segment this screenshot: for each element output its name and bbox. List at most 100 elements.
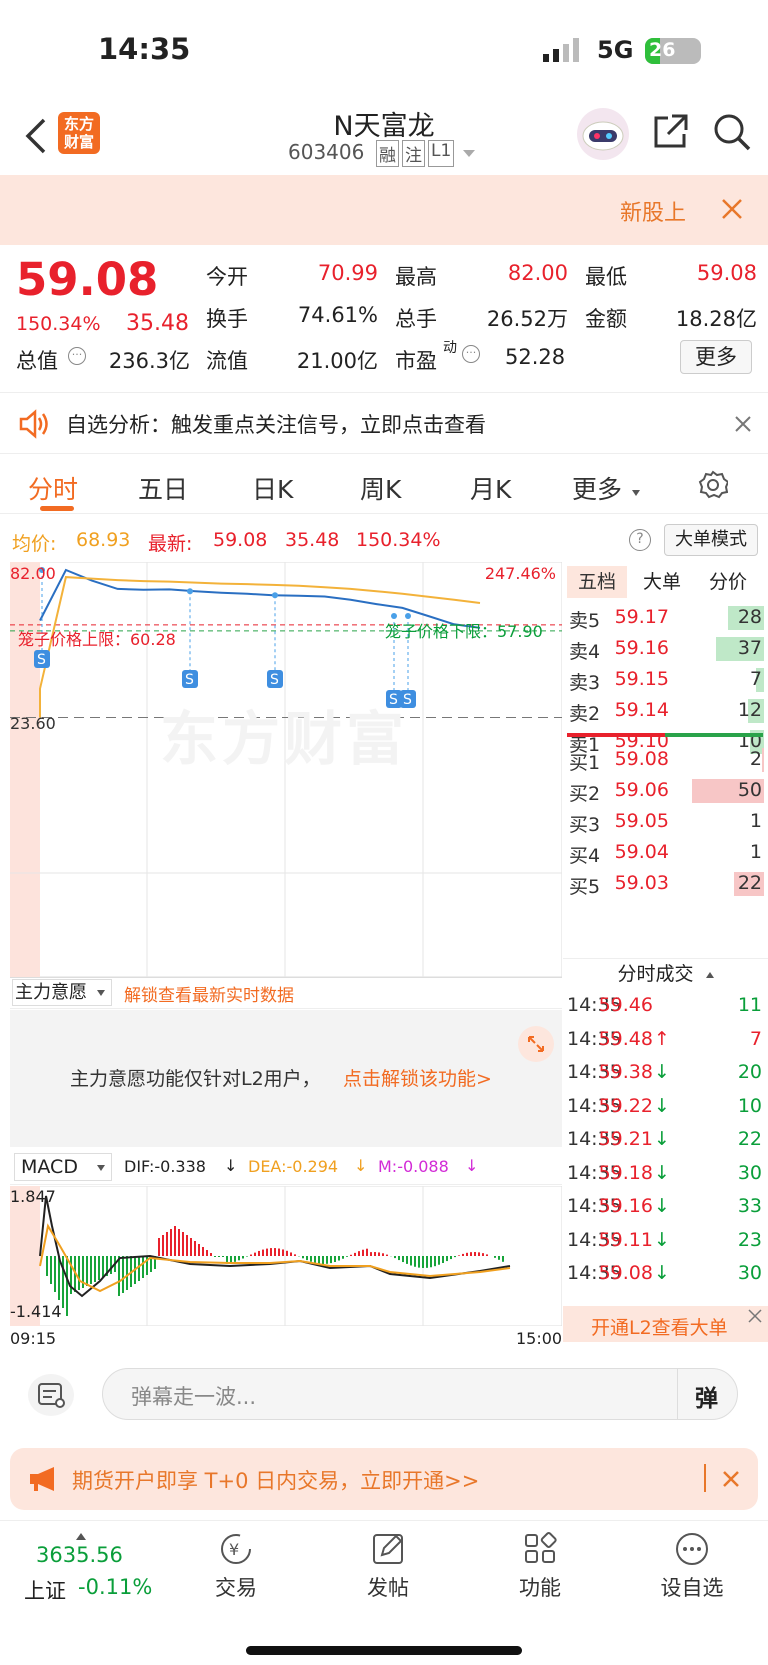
macd-bar (126, 1256, 128, 1290)
macd-bar (86, 1256, 88, 1286)
change-percent: 150.34% (16, 313, 101, 335)
bid-row[interactable]: 买3 59.05 1 (563, 806, 768, 839)
more-button[interactable]: 更多 (680, 340, 752, 374)
macd-bar (282, 1249, 284, 1256)
ask-row[interactable]: 卖4 59.16 37 (563, 633, 768, 666)
label-volume: 总手 (395, 307, 437, 331)
book-tab-level5[interactable]: 五档 (567, 566, 627, 598)
macd-bar (158, 1238, 160, 1256)
ask-row[interactable]: 卖2 59.14 12 (563, 695, 768, 728)
tab-day-k[interactable]: 日K (252, 470, 293, 506)
ad-close-icon[interactable] (722, 1470, 740, 1488)
nav-post[interactable]: 发帖 (328, 1531, 448, 1602)
nav-trade-label: 交易 (215, 1576, 257, 1600)
trade-row: 14:35 59.21 ↓ 22 (563, 1124, 768, 1159)
macd-bar (334, 1256, 336, 1263)
macd-bar (314, 1256, 316, 1263)
close-notice-icon[interactable] (734, 415, 752, 433)
cta-close-icon[interactable] (748, 1308, 762, 1323)
ask-row[interactable]: 卖5 59.17 28 (563, 602, 768, 635)
bid-row[interactable]: 买2 59.06 50 (563, 775, 768, 808)
chart-tabs: 分时 五日 日K 周K 月K 更多 (0, 458, 768, 514)
y-min-label: 23.60 (10, 714, 56, 733)
ad-text: 期货开户即享 T+0 日内交易，立即开通>> (72, 1469, 480, 1493)
ipo-banner[interactable]: 新股上 (0, 175, 768, 245)
bullet-input[interactable]: 弹幕走一波... 弹 (102, 1368, 738, 1420)
bid-row[interactable]: 买5 59.03 22 (563, 868, 768, 901)
pe-superscript: 动 (443, 340, 457, 356)
trade-price: 59.11 (598, 1228, 653, 1251)
more-caret-icon (632, 490, 640, 496)
intent-selector[interactable]: 主力意愿 (12, 979, 112, 1006)
tab-month-k[interactable]: 月K (470, 470, 511, 506)
bullet-settings-icon[interactable] (28, 1374, 74, 1416)
nav-watchlist[interactable]: 设自选 (632, 1531, 752, 1602)
level-price: 59.05 (614, 810, 669, 832)
level-label: 卖4 (569, 641, 601, 663)
tab-more[interactable]: 更多 (572, 470, 622, 506)
macd-bar (190, 1238, 192, 1256)
nav-trade[interactable]: ¥ 交易 (176, 1531, 296, 1602)
unlock-hint[interactable]: 解锁查看最新实时数据 (124, 981, 294, 1006)
macd-bar (266, 1248, 268, 1256)
macd-bar (250, 1254, 252, 1256)
share-icon[interactable] (650, 112, 690, 152)
macd-bar (478, 1252, 480, 1256)
level-price: 59.08 (614, 748, 669, 770)
book-tab-price[interactable]: 分价 (709, 566, 747, 598)
macd-bar (174, 1226, 176, 1256)
dropdown-icon[interactable] (463, 150, 475, 157)
macd-bar (306, 1256, 308, 1261)
l2-locked-area[interactable]: 主力意愿功能仅针对L2用户， 点击解锁该功能> (10, 1010, 562, 1147)
trade-row: 14:35 59.46 11 (563, 990, 768, 1025)
tab-week-k[interactable]: 周K (360, 470, 401, 506)
nav-functions[interactable]: 功能 (480, 1531, 600, 1602)
macd-selector[interactable]: MACD (14, 1153, 112, 1181)
level-label: 买3 (569, 814, 601, 836)
level-label: 买4 (569, 845, 601, 867)
index-widget[interactable]: 3635.56 上证 -0.11% (20, 1521, 160, 1611)
trade-row: 14:35 59.48 ↑ 7 (563, 1024, 768, 1059)
bullet-send-button[interactable]: 弹 (695, 1379, 718, 1413)
help-icon[interactable]: ? (629, 529, 651, 551)
l2-unlock-link[interactable]: 点击解锁该功能> (343, 1064, 492, 1091)
value-total-cap: 236.3亿 (108, 349, 190, 373)
book-tab-bigorder[interactable]: 大单 (643, 566, 681, 598)
stock-badges: 融 注 L1 (376, 140, 455, 167)
futures-ad[interactable]: 期货开户即享 T+0 日内交易，立即开通>> (10, 1448, 758, 1510)
macd-bar (78, 1256, 80, 1290)
intraday-chart[interactable]: SSSSS 82.00 247.46% 23.60 笼子价格上限：60.28 笼… (9, 561, 563, 978)
trade-direction-icon: ↓ (654, 1094, 670, 1117)
big-order-mode-button[interactable]: 大单模式 (664, 524, 758, 556)
macd-bar (122, 1256, 124, 1293)
value-amount: 18.28亿 (675, 307, 757, 331)
macd-bar (382, 1253, 384, 1256)
trades-title-label: 分时成交 (617, 963, 694, 985)
trade-volume: 30 (737, 1161, 762, 1184)
dif-down-icon: ↓ (224, 1156, 238, 1175)
label-open: 今开 (206, 265, 248, 289)
bid-row[interactable]: 买1 59.08 2 (563, 744, 768, 777)
info-icon[interactable]: ··· (68, 347, 86, 365)
label-amount: 金额 (585, 307, 627, 331)
analysis-notice[interactable]: 自选分析：触发重点关注信号，立即点击查看 (0, 392, 768, 454)
close-icon[interactable] (720, 197, 744, 221)
macd-bar (318, 1256, 320, 1264)
y-max-label: 82.00 (10, 564, 56, 583)
tab-five-day[interactable]: 五日 (138, 470, 188, 506)
macd-bar (166, 1232, 168, 1256)
tab-intraday[interactable]: 分时 (28, 470, 78, 506)
expand-icon[interactable] (518, 1026, 554, 1062)
trades-title[interactable]: 分时成交 (563, 958, 768, 988)
macd-bar (194, 1241, 196, 1256)
settings-icon[interactable] (698, 470, 730, 500)
level-label: 买2 (569, 783, 601, 805)
ask-row[interactable]: 卖3 59.15 7 (563, 664, 768, 697)
macd-chevron-icon (97, 1165, 105, 1171)
search-icon[interactable] (712, 112, 752, 152)
robot-avatar-icon[interactable] (577, 108, 629, 160)
pe-info-icon[interactable]: ··· (462, 345, 480, 363)
l2-cta[interactable]: 开通L2查看大单 (563, 1306, 768, 1342)
macd-bar (378, 1252, 380, 1256)
bid-row[interactable]: 买4 59.04 1 (563, 837, 768, 870)
